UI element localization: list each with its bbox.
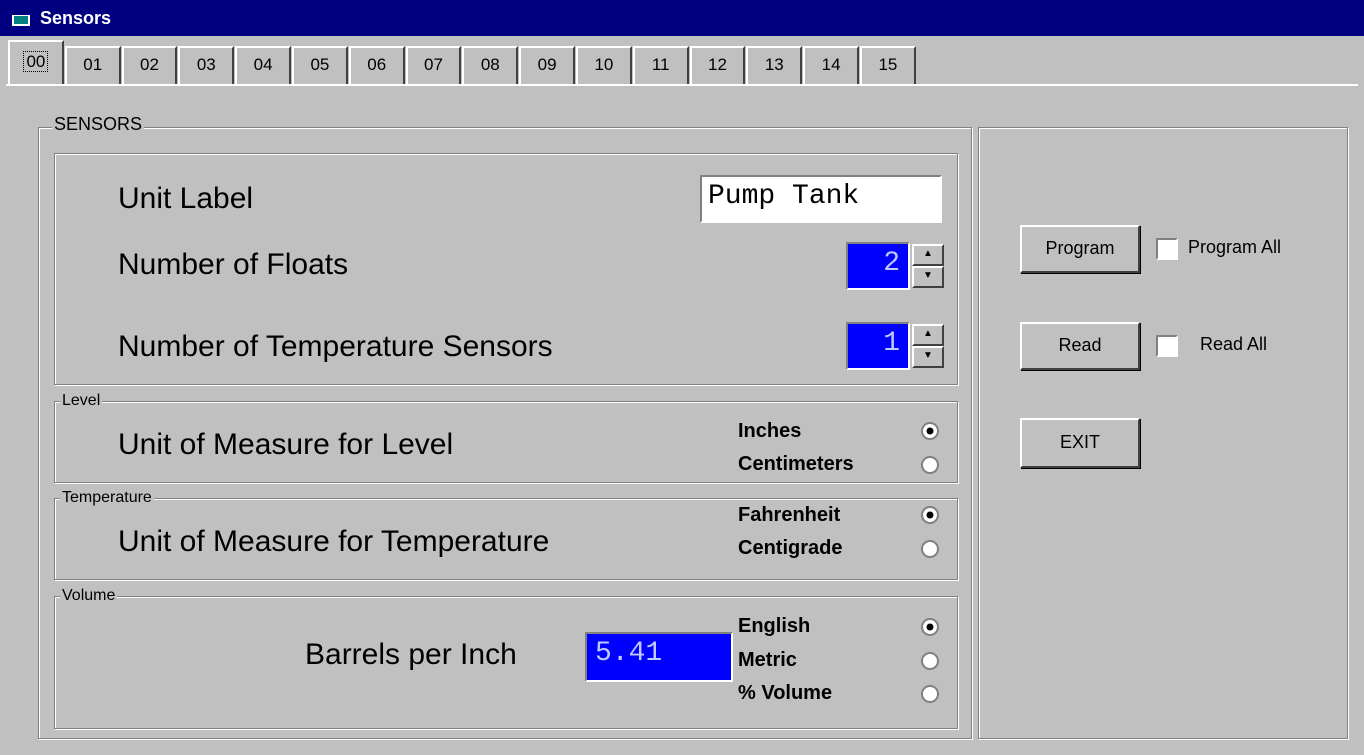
- option-fahrenheit-label: Fahrenheit: [738, 504, 841, 526]
- barrels-per-inch-input[interactable]: 5.41: [585, 632, 733, 682]
- radio-fahrenheit[interactable]: [920, 505, 940, 525]
- tab-label: 05: [310, 55, 330, 74]
- radio-english[interactable]: [920, 617, 940, 637]
- option-centigrade-label: Centigrade: [738, 537, 843, 559]
- level-unit-label: Unit of Measure for Level: [118, 428, 454, 461]
- sensors-legend: SENSORS: [52, 114, 145, 135]
- tab-label: 01: [83, 55, 103, 74]
- tab-09[interactable]: 09: [519, 46, 575, 84]
- radio-inches[interactable]: [920, 421, 940, 441]
- radio-percent-volume[interactable]: [920, 684, 940, 704]
- tab-label: 13: [764, 55, 784, 74]
- program-all-label: Program All: [1188, 237, 1282, 257]
- tab-baseline: [6, 84, 1358, 86]
- num-temp-label: Number of Temperature Sensors: [118, 330, 553, 363]
- tab-label: 02: [140, 55, 159, 74]
- num-temp-input[interactable]: 1: [846, 322, 910, 370]
- radio-centimeters[interactable]: [920, 455, 940, 475]
- tab-label: 09: [537, 55, 557, 74]
- num-floats-input[interactable]: 2: [846, 242, 910, 290]
- read-button[interactable]: Read: [1020, 322, 1140, 370]
- tab-06[interactable]: 06: [348, 46, 405, 84]
- spin-down-icon[interactable]: ▼: [912, 346, 944, 368]
- num-temp-spinner[interactable]: ▲ ▼: [912, 324, 944, 368]
- tab-00[interactable]: 00: [8, 40, 64, 86]
- num-floats-label: Number of Floats: [118, 248, 349, 281]
- tab-label: 06: [367, 55, 387, 74]
- tab-05[interactable]: 05: [292, 46, 348, 84]
- tab-label: 03: [196, 55, 216, 74]
- tab-10[interactable]: 10: [576, 46, 632, 84]
- tab-12[interactable]: 12: [689, 46, 746, 84]
- program-button[interactable]: Program: [1020, 225, 1140, 273]
- option-metric-label: Metric: [738, 649, 797, 671]
- program-all-checkbox[interactable]: [1156, 238, 1178, 260]
- barrels-per-inch-label: Barrels per Inch: [305, 638, 517, 671]
- num-floats-spinner[interactable]: ▲ ▼: [912, 244, 944, 288]
- read-all-label: Read All: [1200, 334, 1268, 354]
- read-all-checkbox[interactable]: [1156, 335, 1178, 357]
- tab-15[interactable]: 15: [860, 46, 916, 84]
- tab-14[interactable]: 14: [803, 46, 859, 84]
- exit-button[interactable]: EXIT: [1020, 418, 1140, 468]
- option-inches-label: Inches: [738, 420, 802, 442]
- option-percent-volume-label: % Volume: [738, 682, 833, 704]
- tab-label: 15: [878, 55, 898, 74]
- tab-label: 00: [23, 51, 49, 72]
- radio-centigrade[interactable]: [920, 539, 940, 559]
- tab-04[interactable]: 04: [235, 46, 291, 84]
- tab-01[interactable]: 01: [64, 46, 121, 84]
- level-legend: Level: [60, 392, 103, 410]
- tab-label: 14: [821, 55, 841, 74]
- tab-label: 07: [424, 55, 443, 74]
- spin-down-icon[interactable]: ▼: [912, 266, 944, 288]
- temperature-unit-label: Unit of Measure for Temperature: [118, 525, 550, 558]
- spin-up-icon[interactable]: ▲: [912, 244, 944, 266]
- tab-label: 10: [594, 55, 614, 74]
- unit-label-input[interactable]: Pump Tank: [700, 175, 942, 223]
- tab-08[interactable]: 08: [462, 46, 519, 84]
- tab-03[interactable]: 03: [178, 46, 235, 84]
- tab-label: 04: [253, 55, 273, 74]
- temperature-legend: Temperature: [60, 489, 154, 507]
- app-icon: [12, 12, 30, 26]
- option-centimeters-label: Centimeters: [738, 453, 854, 475]
- radio-metric[interactable]: [920, 651, 940, 671]
- title-bar: Sensors: [0, 0, 1364, 36]
- tab-07[interactable]: 07: [405, 46, 462, 84]
- tab-02[interactable]: 02: [121, 46, 178, 84]
- tab-13[interactable]: 13: [746, 46, 803, 84]
- unit-label-text: Unit Label: [118, 182, 254, 215]
- tab-label: 12: [708, 55, 727, 74]
- volume-legend: Volume: [60, 587, 118, 605]
- tab-11[interactable]: 11: [632, 46, 689, 84]
- window-title: Sensors: [40, 8, 112, 28]
- tab-label: 08: [480, 55, 500, 74]
- option-english-label: English: [738, 615, 811, 637]
- tab-label: 11: [651, 55, 670, 74]
- spin-up-icon[interactable]: ▲: [912, 324, 944, 346]
